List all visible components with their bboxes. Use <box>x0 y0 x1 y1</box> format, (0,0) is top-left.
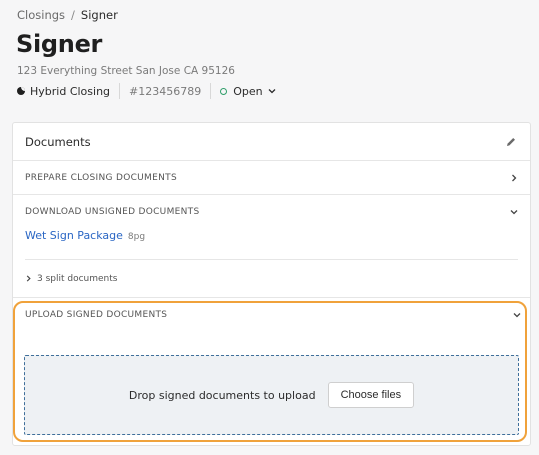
meta-divider <box>210 83 212 99</box>
status-dot-icon <box>220 87 228 95</box>
closing-meta-row: Hybrid Closing #123456789 Open <box>17 82 276 100</box>
status-label: Open <box>233 84 263 98</box>
section-prepare-closing-documents[interactable]: PREPARE CLOSING DOCUMENTS <box>13 161 530 195</box>
status-dropdown[interactable]: Open <box>220 82 276 100</box>
hybrid-closing-icon <box>17 87 25 95</box>
section-download-label: DOWNLOAD UNSIGNED DOCUMENTS <box>25 207 200 217</box>
pencil-icon[interactable] <box>505 136 517 148</box>
split-documents-label: 3 split documents <box>37 273 118 284</box>
chevron-down-icon <box>268 89 276 94</box>
section-prepare-label: PREPARE CLOSING DOCUMENTS <box>25 172 177 183</box>
choose-files-button[interactable]: Choose files <box>327 382 415 408</box>
breadcrumb-separator: / <box>71 8 75 22</box>
breadcrumb-closings-link[interactable]: Closings <box>17 8 65 22</box>
split-documents-toggle[interactable]: 3 split documents <box>13 260 530 298</box>
section-download-unsigned-documents[interactable]: DOWNLOAD UNSIGNED DOCUMENTS <box>13 195 530 229</box>
closing-address: 123 Everything Street San Jose CA 95126 <box>17 65 235 77</box>
chevron-right-icon <box>26 275 31 282</box>
chevron-down-icon <box>513 313 521 318</box>
page-title: Signer <box>16 30 103 58</box>
breadcrumb: Closings / Signer <box>17 8 118 22</box>
wet-sign-package-link[interactable]: Wet Sign Package <box>25 229 123 242</box>
chevron-down-icon <box>510 210 518 215</box>
section-upload-signed-documents[interactable]: UPLOAD SIGNED DOCUMENTS <box>25 310 521 320</box>
chevron-right-icon <box>512 174 517 181</box>
closing-type: Hybrid Closing <box>17 82 110 100</box>
package-page-count: 8pg <box>127 232 146 242</box>
closing-type-label: Hybrid Closing <box>30 84 111 98</box>
upload-drop-zone[interactable]: Drop signed documents to upload Choose f… <box>24 355 519 435</box>
section-upload-label: UPLOAD SIGNED DOCUMENTS <box>25 310 168 320</box>
closing-id: #123456789 <box>129 84 202 98</box>
package-row: Wet Sign Package 8pg <box>13 229 530 259</box>
breadcrumb-current: Signer <box>80 8 118 22</box>
meta-divider <box>119 83 121 99</box>
drop-zone-text: Drop signed documents to upload <box>128 388 316 402</box>
documents-title: Documents <box>25 134 91 149</box>
documents-header: Documents <box>13 123 530 161</box>
